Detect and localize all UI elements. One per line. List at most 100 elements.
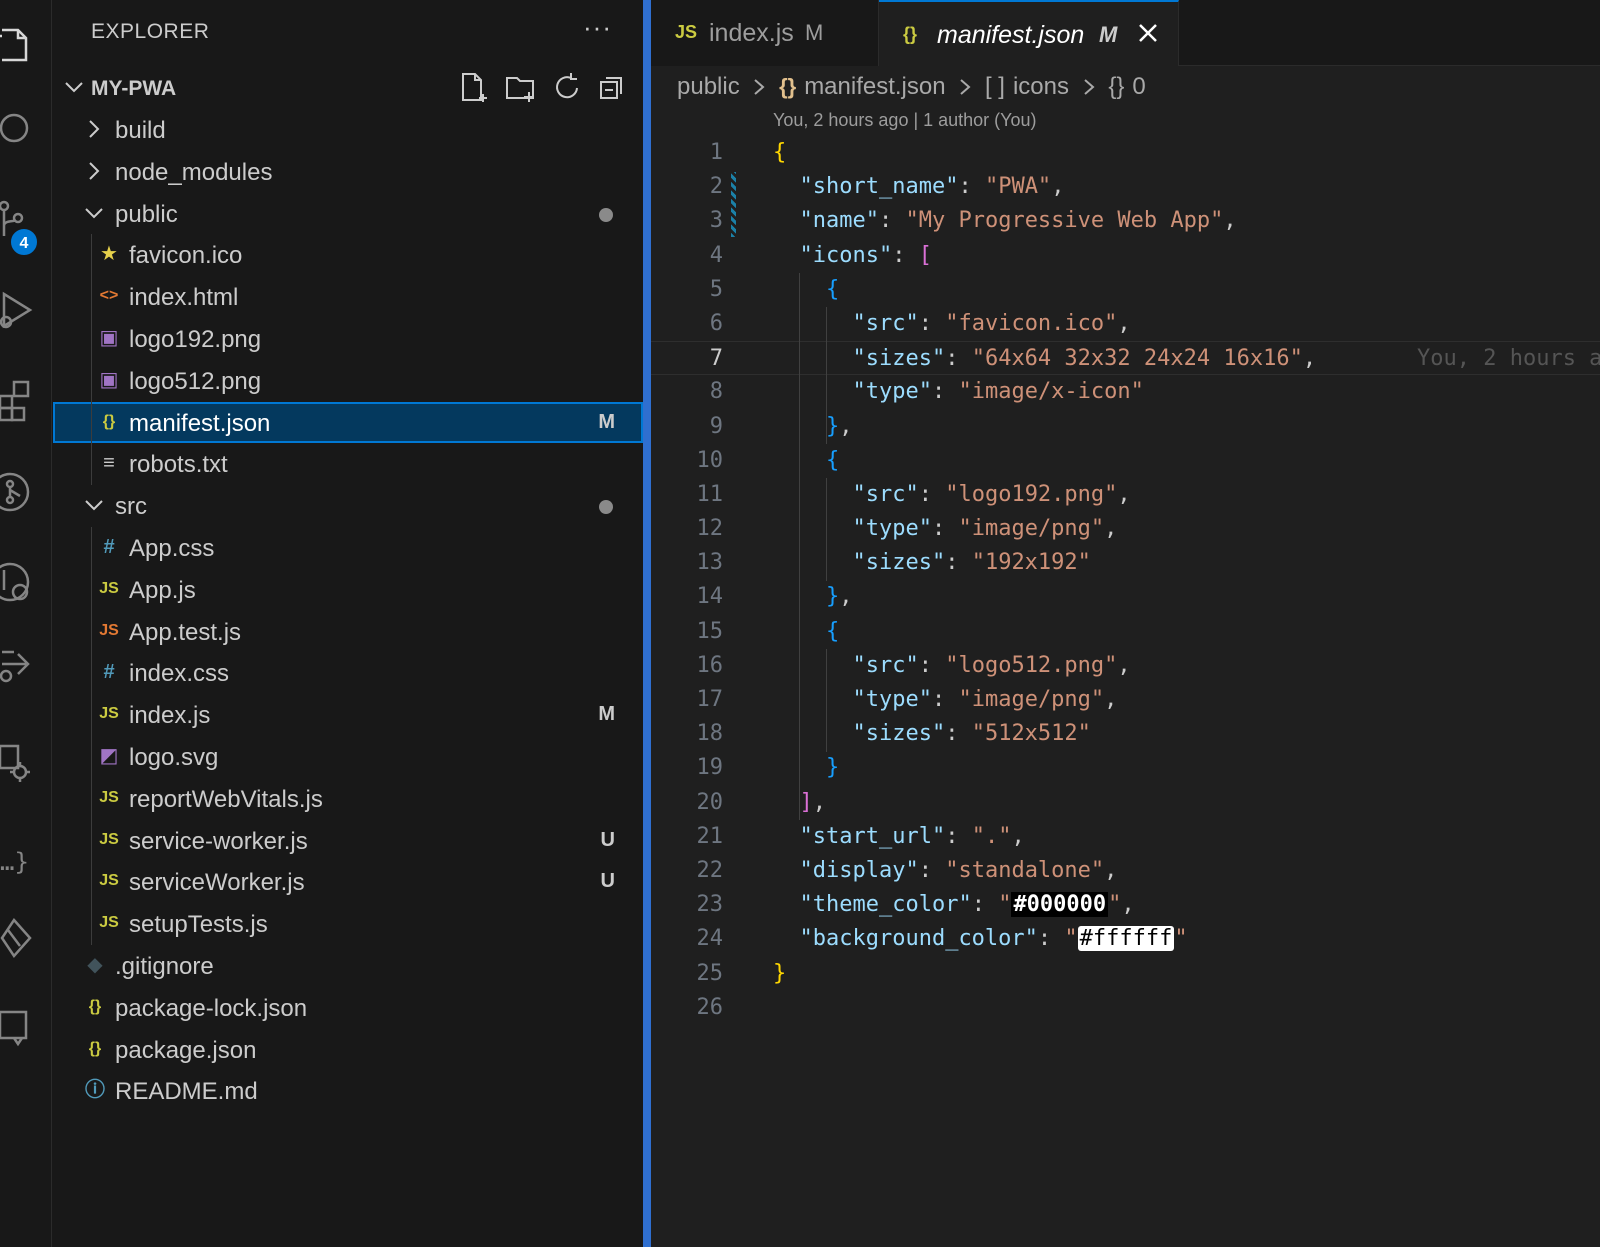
file-item[interactable]: ◆ .gitignore	[53, 945, 643, 987]
breadcrumb-array[interactable]: icons	[1013, 73, 1069, 101]
code-line[interactable]: 14 },	[651, 580, 1600, 614]
breadcrumb-folder[interactable]: public	[677, 73, 740, 101]
blame-codelens[interactable]: You, 2 hours ago | 1 author (You)	[773, 110, 1037, 131]
file-item[interactable]: JS setupTests.js	[53, 903, 643, 946]
js-file-icon: JS	[99, 579, 119, 597]
folder-item[interactable]: src	[53, 485, 643, 527]
file-item[interactable]: # index.css	[53, 652, 643, 695]
code-line[interactable]: 23 "theme_color": "#000000",	[651, 888, 1600, 922]
indent-guide	[91, 568, 92, 611]
file-item[interactable]: <> index.html	[53, 276, 643, 319]
file-item[interactable]: JS App.test.js	[53, 610, 643, 653]
run-debug-icon[interactable]	[0, 288, 40, 332]
code-line[interactable]: 25}	[651, 957, 1600, 991]
code-line[interactable]: 13 "sizes": "192x192"	[651, 546, 1600, 580]
indent-guide	[91, 526, 92, 569]
code-line[interactable]: 20 ],	[651, 786, 1600, 820]
code-line[interactable]: 5 {	[651, 273, 1600, 307]
file-item[interactable]: ▣ logo512.png	[53, 359, 643, 402]
json-file-icon: {}	[88, 1039, 102, 1057]
folder-item[interactable]: public	[53, 193, 643, 235]
code-line[interactable]: 24 "background_color": "#ffffff"	[651, 922, 1600, 956]
code-line[interactable]: 1{	[651, 136, 1600, 170]
git-icon[interactable]	[0, 916, 40, 960]
code-line[interactable]: 7 "sizes": "64x64 32x32 24x24 16x16", You…	[651, 341, 1600, 376]
code-line[interactable]: 17 "type": "image/png",	[651, 683, 1600, 717]
new-folder-icon[interactable]	[505, 70, 537, 104]
code-line[interactable]: 26	[651, 991, 1600, 1025]
folder-item[interactable]: node_modules	[53, 151, 643, 193]
close-icon[interactable]	[1135, 20, 1161, 46]
json-file-icon: {}	[102, 412, 116, 430]
file-item[interactable]: {} package.json	[53, 1029, 643, 1071]
refresh-icon[interactable]	[551, 70, 583, 104]
settings-sync-icon[interactable]	[0, 740, 40, 784]
project-header[interactable]: MY-PWA	[53, 68, 643, 108]
code-line[interactable]: 4 "icons": [	[651, 239, 1600, 273]
code-line[interactable]: 3 "name": "My Progressive Web App",	[651, 204, 1600, 238]
code-line[interactable]: 18 "sizes": "512x512"	[651, 717, 1600, 751]
code-line[interactable]: 15 {	[651, 615, 1600, 649]
file-item[interactable]: JS service-worker.js U	[53, 819, 643, 862]
file-item[interactable]: ◩ logo.svg	[53, 735, 643, 778]
file-item[interactable]: JS serviceWorker.js U	[53, 861, 643, 904]
code-line[interactable]: 22 "display": "standalone",	[651, 854, 1600, 888]
file-name: index.css	[129, 660, 230, 688]
chevron-right-icon	[956, 76, 974, 98]
modified-dot-icon	[599, 500, 613, 515]
line-number: 5	[709, 276, 723, 302]
file-item[interactable]: {} manifest.json M	[53, 401, 643, 444]
file-item[interactable]: JS App.js	[53, 568, 643, 611]
color-swatch[interactable]: #000000	[1011, 892, 1109, 918]
timeline-icon[interactable]	[0, 560, 40, 604]
explorer-icon[interactable]	[0, 22, 40, 66]
code-line[interactable]: 12 "type": "image/png",	[651, 512, 1600, 546]
chevron-right-icon	[83, 118, 105, 140]
breadcrumb-file[interactable]: manifest.json	[804, 73, 945, 101]
file-item[interactable]: JS reportWebVitals.js	[53, 777, 643, 820]
tab-manifest-json[interactable]: {} manifest.json M	[879, 0, 1179, 66]
chevron-down-icon	[83, 202, 105, 224]
more-actions-button[interactable]: ···	[583, 12, 612, 43]
code-line[interactable]: 21 "start_url": ".",	[651, 820, 1600, 854]
code-text: }	[773, 960, 787, 986]
dirty-diff-indicator[interactable]	[731, 172, 736, 237]
new-file-icon[interactable]	[459, 70, 491, 104]
json-icon[interactable]: …}	[0, 848, 29, 876]
file-item[interactable]: JS index.js M	[53, 694, 643, 737]
file-item[interactable]: ≡ robots.txt	[53, 443, 643, 486]
tab-index-js[interactable]: JS index.js M	[651, 0, 879, 66]
search-icon[interactable]	[0, 106, 40, 150]
indent-guide	[91, 443, 92, 486]
line-number: 14	[696, 584, 724, 610]
folder-item[interactable]: build	[53, 109, 643, 151]
sash-divider[interactable]	[643, 0, 651, 1247]
color-swatch[interactable]: #ffffff	[1077, 926, 1175, 952]
code-line[interactable]: 2 "short_name": "PWA",	[651, 170, 1600, 204]
js-file-icon: JS	[99, 914, 119, 932]
remote-icon[interactable]	[0, 642, 40, 686]
indent-guide	[826, 649, 827, 752]
code-line[interactable]: 8 "type": "image/x-icon"	[651, 375, 1600, 409]
extensions-icon[interactable]	[0, 378, 40, 422]
code-line[interactable]: 9 },	[651, 410, 1600, 444]
code-line[interactable]: 16 "src": "logo512.png",	[651, 649, 1600, 683]
remote-explorer-icon[interactable]	[0, 1004, 40, 1048]
source-control-badge: 4	[9, 227, 39, 257]
file-item[interactable]: # App.css	[53, 526, 643, 569]
code-line[interactable]: 10 {	[651, 444, 1600, 478]
indent-guide	[91, 861, 92, 904]
git-graph-icon[interactable]	[0, 470, 40, 514]
indent-guide	[91, 735, 92, 778]
file-item[interactable]: ▣ logo192.png	[53, 317, 643, 360]
editor-area: JS index.js M {} manifest.json M public …	[651, 0, 1600, 1247]
file-item[interactable]: ⓘ README.md	[53, 1070, 643, 1112]
breadcrumb-object[interactable]: 0	[1132, 73, 1145, 101]
file-item[interactable]: {} package-lock.json	[53, 987, 643, 1029]
file-item[interactable]: ★ favicon.ico	[53, 234, 643, 277]
code-line[interactable]: 11 "src": "logo192.png",	[651, 478, 1600, 512]
code-line[interactable]: 6 "src": "favicon.ico",	[651, 307, 1600, 341]
code-editor[interactable]: 1{2 "short_name": "PWA", 3 "name": "My Pr…	[651, 136, 1600, 1025]
collapse-all-icon[interactable]	[597, 70, 629, 104]
code-line[interactable]: 19 }	[651, 751, 1600, 785]
